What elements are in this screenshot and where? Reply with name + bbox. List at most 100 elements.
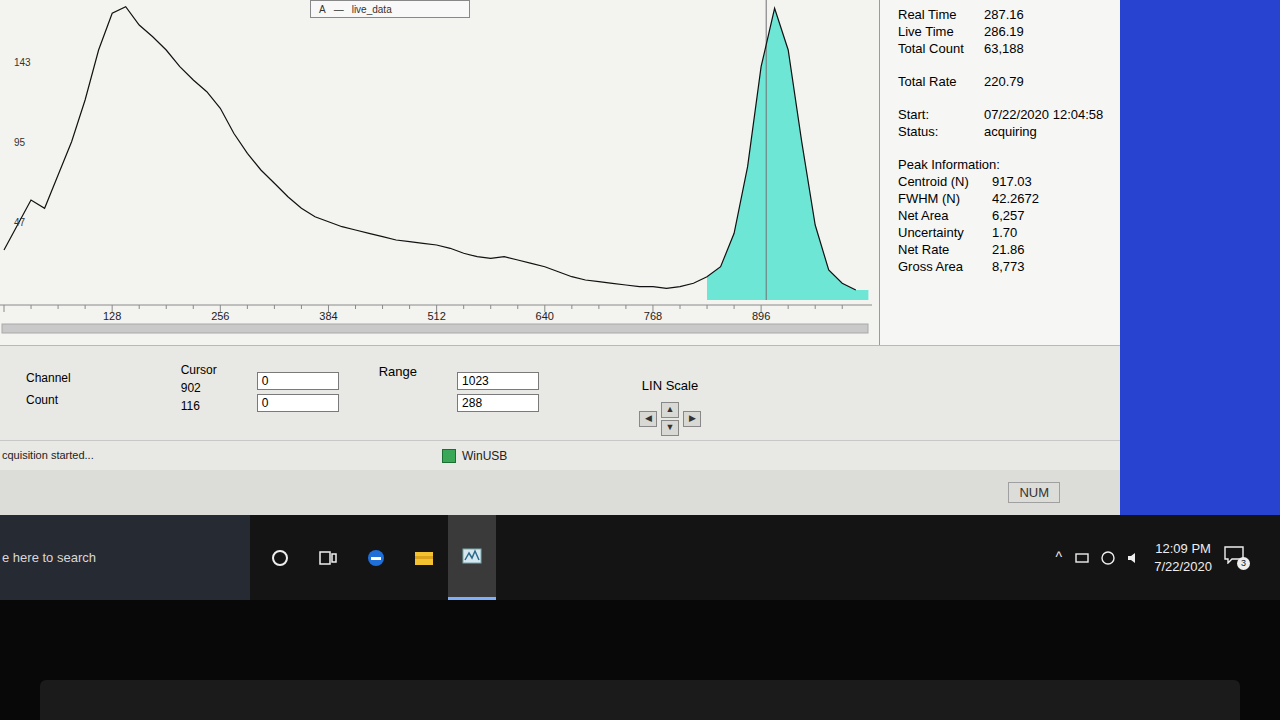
disc	[368, 550, 384, 566]
x-tick	[409, 305, 410, 309]
scale-down-button[interactable]: ▼	[661, 420, 679, 436]
x-tick	[166, 305, 167, 309]
range-label: Range	[379, 362, 417, 382]
range-field[interactable]: 1023	[457, 372, 539, 390]
info-value: 220.79	[984, 73, 1024, 90]
scale-label: LIN Scale	[642, 376, 698, 396]
info-row: Centroid (N)917.03	[898, 173, 1120, 190]
network-icon[interactable]	[1074, 550, 1090, 566]
globe-icon[interactable]	[1100, 550, 1116, 566]
cursor-label: Channel	[26, 370, 71, 386]
cursor-value: 902	[181, 380, 217, 396]
shape	[1076, 554, 1088, 562]
x-tick	[598, 305, 599, 309]
tray-chevron[interactable]: ^	[1056, 547, 1063, 568]
scale-buttons: ◀▲ ▼▶	[639, 402, 701, 436]
scale-left-button[interactable]: ◀	[639, 411, 657, 427]
taskview-icon	[317, 547, 339, 569]
cursor-title: Cursor	[181, 362, 217, 378]
y-tick-label: 95	[14, 137, 26, 148]
volume-icon[interactable]	[1126, 550, 1142, 566]
x-tick	[4, 305, 5, 312]
clock-date: 7/22/2020	[1154, 558, 1212, 576]
x-tick-label: 128	[103, 310, 121, 322]
taskbar-app[interactable]	[304, 515, 352, 600]
range-field[interactable]: 288	[457, 394, 539, 412]
x-tick	[734, 305, 735, 309]
taskbar-app-kind	[317, 547, 339, 569]
info-value: 917.03	[992, 173, 1032, 190]
range-field[interactable]: 0	[257, 372, 339, 390]
info-row: Uncertainty1.70	[898, 224, 1120, 241]
pane	[320, 552, 330, 564]
cursor-label: Count	[26, 392, 71, 408]
x-tick	[301, 305, 302, 309]
info-value: 8,773	[992, 258, 1025, 275]
taskbar-app-kind	[269, 547, 291, 569]
info-row: Start:07/22/2020 12:04:58	[898, 106, 1120, 123]
x-tick	[707, 305, 708, 309]
trace	[465, 551, 479, 560]
taskbar-app[interactable]	[256, 515, 304, 600]
search-box[interactable]: e here to search	[0, 515, 250, 600]
taskbar: e here to search ^ 12:09 PM7/22/2020 3	[0, 515, 1280, 600]
system-tray: ^ 12:09 PM7/22/2020 3	[1056, 515, 1280, 600]
info-group: Peak Information:Centroid (N)917.03FWHM …	[898, 156, 1120, 275]
x-tick	[842, 305, 843, 309]
info-value: 1.70	[992, 224, 1017, 241]
range-block: 0 0 Range 1023 288	[257, 362, 539, 412]
y-tick-label: 143	[14, 57, 31, 68]
spectrum-chart[interactable]: 1282563845126407688961439547A—live_data	[0, 0, 880, 345]
x-tick-label: 512	[427, 310, 445, 322]
taskbar-app[interactable]	[448, 515, 496, 600]
x-tick-label: 640	[536, 310, 554, 322]
info-group: Total Rate220.79	[898, 73, 1120, 90]
x-tick-label: 384	[319, 310, 337, 322]
connection-label: WinUSB	[462, 447, 507, 465]
scale-right-button[interactable]: ▶	[683, 411, 701, 427]
x-tick	[58, 305, 59, 309]
shape	[1128, 553, 1135, 563]
x-tick	[139, 305, 140, 309]
y-tick-label: 47	[14, 217, 26, 228]
info-row: Total Rate220.79	[898, 73, 1120, 90]
taskbar-app[interactable]	[400, 515, 448, 600]
bottom-bar: NUM	[0, 470, 1120, 515]
x-tick-label: 256	[211, 310, 229, 322]
roi-fill	[707, 8, 868, 300]
info-label: Total Rate	[898, 73, 984, 90]
x-tick	[788, 305, 789, 309]
info-group: Start:07/22/2020 12:04:58Status:acquirin…	[898, 106, 1120, 140]
folder-body	[415, 552, 433, 565]
range-fields: 1023 288	[457, 362, 539, 412]
x-tick	[31, 305, 32, 309]
analyzer-icon	[461, 545, 483, 567]
x-tick	[463, 305, 464, 309]
x-tick	[382, 305, 383, 309]
x-tick-label: 768	[644, 310, 662, 322]
shape	[1102, 552, 1114, 564]
x-tick	[490, 305, 491, 309]
notification-button[interactable]: 3	[1224, 546, 1250, 570]
range-field[interactable]: 0	[257, 394, 339, 412]
scale-up-button[interactable]: ▲	[661, 402, 679, 418]
cursor-block: ChannelCountCursor902116	[26, 362, 217, 414]
info-value: 63,188	[984, 40, 1024, 57]
spectrum-plot[interactable]: 128 256 384 512 640 768 896 143 95 47	[0, 0, 880, 345]
scale-block: LIN Scale ◀▲ ▼▶	[639, 362, 701, 436]
taskbar-app-kind	[365, 547, 387, 569]
info-label: Status:	[898, 123, 984, 140]
x-tick	[571, 305, 572, 309]
x-tick-label: 896	[752, 310, 770, 322]
info-label: Net Rate	[898, 241, 992, 258]
taskbar-app[interactable]	[352, 515, 400, 600]
info-value: 07/22/2020 12:04:58	[984, 106, 1103, 123]
chart-scrollbar[interactable]	[2, 324, 868, 333]
x-tick	[85, 305, 86, 309]
info-value: 21.86	[992, 241, 1025, 258]
info-value: acquiring	[984, 123, 1037, 140]
info-row: Net Area6,257	[898, 207, 1120, 224]
screen	[463, 549, 481, 563]
pane	[332, 554, 336, 562]
clock[interactable]: 12:09 PM7/22/2020	[1154, 540, 1212, 576]
